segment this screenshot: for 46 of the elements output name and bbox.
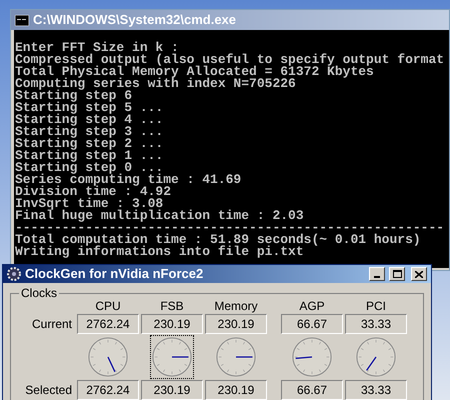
value-field: 33.33 <box>345 380 407 400</box>
console-line: Final huge multiplication time : 2.03 <box>15 210 304 222</box>
column-header: CPU <box>94 298 122 314</box>
value-field: 66.67 <box>281 380 343 400</box>
console-line: Starting step 1 ... <box>15 150 164 162</box>
console-line: Enter FFT Size in k : <box>15 42 179 54</box>
value-field: 2762.24 <box>77 314 139 334</box>
console-icon <box>15 14 29 26</box>
column-header: Memory <box>213 298 259 314</box>
row-label: Selected <box>24 382 73 399</box>
console-line: ------------------------------------------------------- <box>15 222 444 234</box>
column-header: PCI <box>364 298 387 314</box>
console-line: Writing informations into file pi.txt <box>15 246 304 258</box>
value-field: 230.19 <box>205 380 267 400</box>
console-line: Division time : 4.92 <box>15 186 172 198</box>
row-label: Current <box>30 316 73 333</box>
minimize-icon <box>374 276 380 278</box>
value-field: 33.33 <box>345 314 407 334</box>
console-line: Starting step 4 ... <box>15 114 164 126</box>
value-field: 66.67 <box>281 314 343 334</box>
gear-icon <box>7 267 21 281</box>
console-line: Total computation time : 51.89 seconds(~ 0.01 hours) <box>15 234 421 246</box>
value-field: 2762.24 <box>77 380 139 400</box>
console-line: Starting step 6 <box>15 90 132 102</box>
console-line: Starting step 2 ... <box>15 138 164 150</box>
close-icon <box>415 270 423 278</box>
console-line: Total Physical Memory Allocated = 61372 Kbytes <box>15 66 374 78</box>
maximize-icon <box>392 270 402 278</box>
window-title: ClockGen for nVidia nForce2 <box>25 265 204 284</box>
column-header: AGP <box>298 298 326 314</box>
close-button[interactable] <box>411 267 427 281</box>
console-line: InvSqrt time : 3.08 <box>15 198 164 210</box>
dial-gauge[interactable] <box>150 335 194 379</box>
console-line: Starting step 0 ... <box>15 162 164 174</box>
value-field: 230.19 <box>141 380 203 400</box>
console-line: Starting step 3 ... <box>15 126 164 138</box>
console-line: Compressed output (also useful to specify output format <box>15 54 444 66</box>
console-line: Starting step 5 ... <box>15 102 164 114</box>
value-field: 230.19 <box>205 314 267 334</box>
console-line: Computing series with index N=705226 <box>15 78 296 90</box>
minimize-button[interactable] <box>369 267 385 281</box>
maximize-button[interactable] <box>389 267 405 281</box>
console-line: Series computing time : 41.69 <box>15 174 242 186</box>
value-field: 230.19 <box>141 314 203 334</box>
window-title: C:\WINDOWS\System32\cmd.exe <box>33 11 236 30</box>
column-header: FSB <box>159 298 185 314</box>
